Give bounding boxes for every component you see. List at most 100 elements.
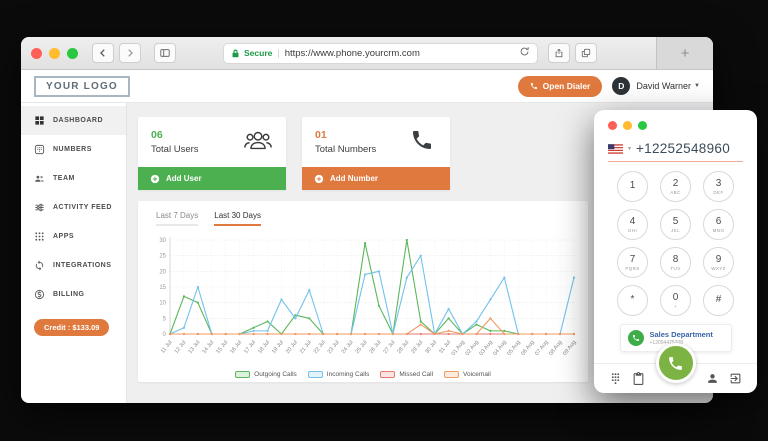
total-numbers-value: 01 — [315, 129, 327, 141]
dial-key-7[interactable]: 7 PQRS — [617, 247, 648, 278]
total-users-card: 06 Total Users Add User — [138, 117, 286, 190]
key-letters: DEF — [713, 189, 724, 195]
svg-text:25 Jul: 25 Jul — [355, 340, 369, 355]
dialer-number-input[interactable]: +12252548960 — [636, 141, 730, 156]
dialer-window-controls — [594, 110, 757, 130]
dial-key-3[interactable]: 3 DEF — [703, 171, 734, 202]
key-digit: 3 — [715, 177, 722, 189]
dialer-minimize-button[interactable] — [623, 121, 632, 130]
contacts-icon[interactable] — [706, 372, 719, 385]
add-number-button[interactable]: Add Number — [302, 167, 450, 190]
legend-label: Outgoing Calls — [254, 371, 297, 378]
key-letters: + — [673, 303, 678, 309]
open-dialer-label: Open Dialer — [542, 81, 591, 91]
legend-swatch — [444, 371, 460, 378]
dial-key-8[interactable]: 8 TUV — [660, 247, 691, 278]
sidebar-item-label: DASHBOARD — [53, 117, 103, 124]
dial-key-5[interactable]: 5 JKL — [660, 209, 691, 240]
sidebar-item-billing[interactable]: BILLING — [21, 280, 126, 309]
integrations-icon — [34, 260, 45, 271]
dial-key-6[interactable]: 6 MNO — [703, 209, 734, 240]
sidebar-item-team[interactable]: TEAM — [21, 164, 126, 193]
keypad-icon[interactable] — [609, 372, 622, 385]
sidebar-item-dashboard[interactable]: DASHBOARD — [21, 106, 126, 135]
svg-text:09 Aug: 09 Aug — [562, 340, 577, 357]
clipboard-icon[interactable] — [632, 372, 645, 385]
dial-key-4[interactable]: 4 GHI — [617, 209, 648, 240]
dial-key-9[interactable]: 9 WXYZ — [703, 247, 734, 278]
key-digit: 9 — [715, 253, 722, 265]
total-users-label: Total Users — [151, 144, 199, 155]
forward-button[interactable] — [119, 43, 141, 63]
svg-text:04 Aug: 04 Aug — [492, 340, 507, 357]
chevron-down-icon[interactable]: ▼ — [694, 83, 700, 89]
dial-key-*[interactable]: * — [617, 285, 648, 316]
dial-key-#[interactable]: # — [703, 285, 734, 316]
tab-last-7-days[interactable]: Last 7 Days — [156, 211, 199, 226]
flag-caret-icon[interactable]: ▼ — [627, 146, 632, 152]
dial-key-2[interactable]: 2 ABC — [660, 171, 691, 202]
svg-text:16 Jul: 16 Jul — [229, 340, 243, 355]
dial-key-0[interactable]: 0 + — [660, 285, 691, 316]
svg-text:18 Jul: 18 Jul — [257, 340, 271, 355]
dialer-zoom-button[interactable] — [638, 121, 647, 130]
dial-key-1[interactable]: 1 — [617, 171, 648, 202]
us-flag-icon[interactable] — [608, 143, 623, 154]
tab-last-30-days[interactable]: Last 30 Days — [214, 211, 261, 226]
svg-text:29 Jul: 29 Jul — [410, 340, 424, 355]
activity-feed-icon — [34, 202, 45, 213]
sidebar-item-integrations[interactable]: INTEGRATIONS — [21, 251, 126, 280]
sidebar-item-activity-feed[interactable]: ACTIVITY FEED — [21, 193, 126, 222]
reload-button[interactable] — [519, 44, 530, 62]
chart-legend: Outgoing Calls Incoming Calls Missed Call V… — [146, 371, 580, 378]
sidebar-item-apps[interactable]: APPS — [21, 222, 126, 251]
legend-label: Missed Call — [399, 371, 434, 378]
sidebar-item-label: APPS — [53, 233, 75, 240]
svg-text:0: 0 — [163, 332, 167, 338]
zoom-window-button[interactable] — [67, 47, 78, 59]
legend-label: Incoming Calls — [326, 371, 370, 378]
key-digit: # — [715, 294, 722, 305]
user-name[interactable]: David Warner — [636, 81, 691, 91]
share-button[interactable] — [548, 43, 570, 63]
svg-text:01 Aug: 01 Aug — [451, 340, 466, 357]
tabs-overview-button[interactable] — [575, 43, 597, 63]
dashboard-icon — [34, 115, 45, 126]
legend-label: Voicemail — [463, 371, 491, 378]
exit-icon[interactable] — [729, 372, 742, 385]
key-letters: TUV — [670, 265, 681, 271]
svg-text:20 Jul: 20 Jul — [285, 340, 299, 355]
secure-label: Secure — [244, 48, 273, 58]
contact-name: Sales Department — [649, 330, 713, 339]
svg-text:08 Aug: 08 Aug — [548, 340, 563, 357]
credit-badge: Credit : $133.09 — [34, 319, 110, 336]
add-user-label: Add User — [166, 174, 202, 183]
key-digit: 0 — [672, 291, 679, 303]
url-text: https://www.phone.yourcrm.com — [284, 47, 420, 59]
chart-range-tabs: Last 7 Days Last 30 Days — [156, 211, 580, 226]
sidebar-toggle-button[interactable] — [154, 43, 176, 63]
address-bar[interactable]: Secure | https://www.phone.yourcrm.com — [223, 42, 538, 64]
key-digit: 2 — [672, 177, 679, 189]
back-button[interactable] — [92, 43, 114, 63]
dialer-close-button[interactable] — [608, 121, 617, 130]
open-dialer-button[interactable]: Open Dialer — [517, 75, 603, 97]
svg-text:11 Jul: 11 Jul — [160, 340, 174, 355]
svg-text:19 Jul: 19 Jul — [271, 340, 285, 355]
calls-chart-card: Last 7 Days Last 30 Days 0 5 10 15 20 25 30 11 … — [138, 201, 588, 382]
window-controls — [31, 47, 78, 59]
sidebar: DASHBOARD NUMBERS TEAM ACTIVITY FEED APPS INT… — [21, 103, 127, 403]
call-button[interactable] — [655, 343, 696, 383]
legend-item-voicemail: Voicemail — [444, 371, 491, 378]
svg-text:30 Jul: 30 Jul — [424, 340, 438, 355]
avatar[interactable]: D — [612, 77, 631, 95]
browser-chrome: Secure | https://www.phone.yourcrm.com + — [21, 37, 713, 70]
key-letters: GHI — [627, 227, 638, 233]
legend-item-missed-call: Missed Call — [380, 371, 433, 378]
add-user-button[interactable]: Add User — [138, 167, 286, 190]
sidebar-item-numbers[interactable]: NUMBERS — [21, 135, 126, 164]
lock-icon — [232, 49, 239, 57]
new-tab-button[interactable]: + — [656, 37, 713, 69]
close-window-button[interactable] — [31, 47, 42, 59]
minimize-window-button[interactable] — [49, 47, 60, 59]
